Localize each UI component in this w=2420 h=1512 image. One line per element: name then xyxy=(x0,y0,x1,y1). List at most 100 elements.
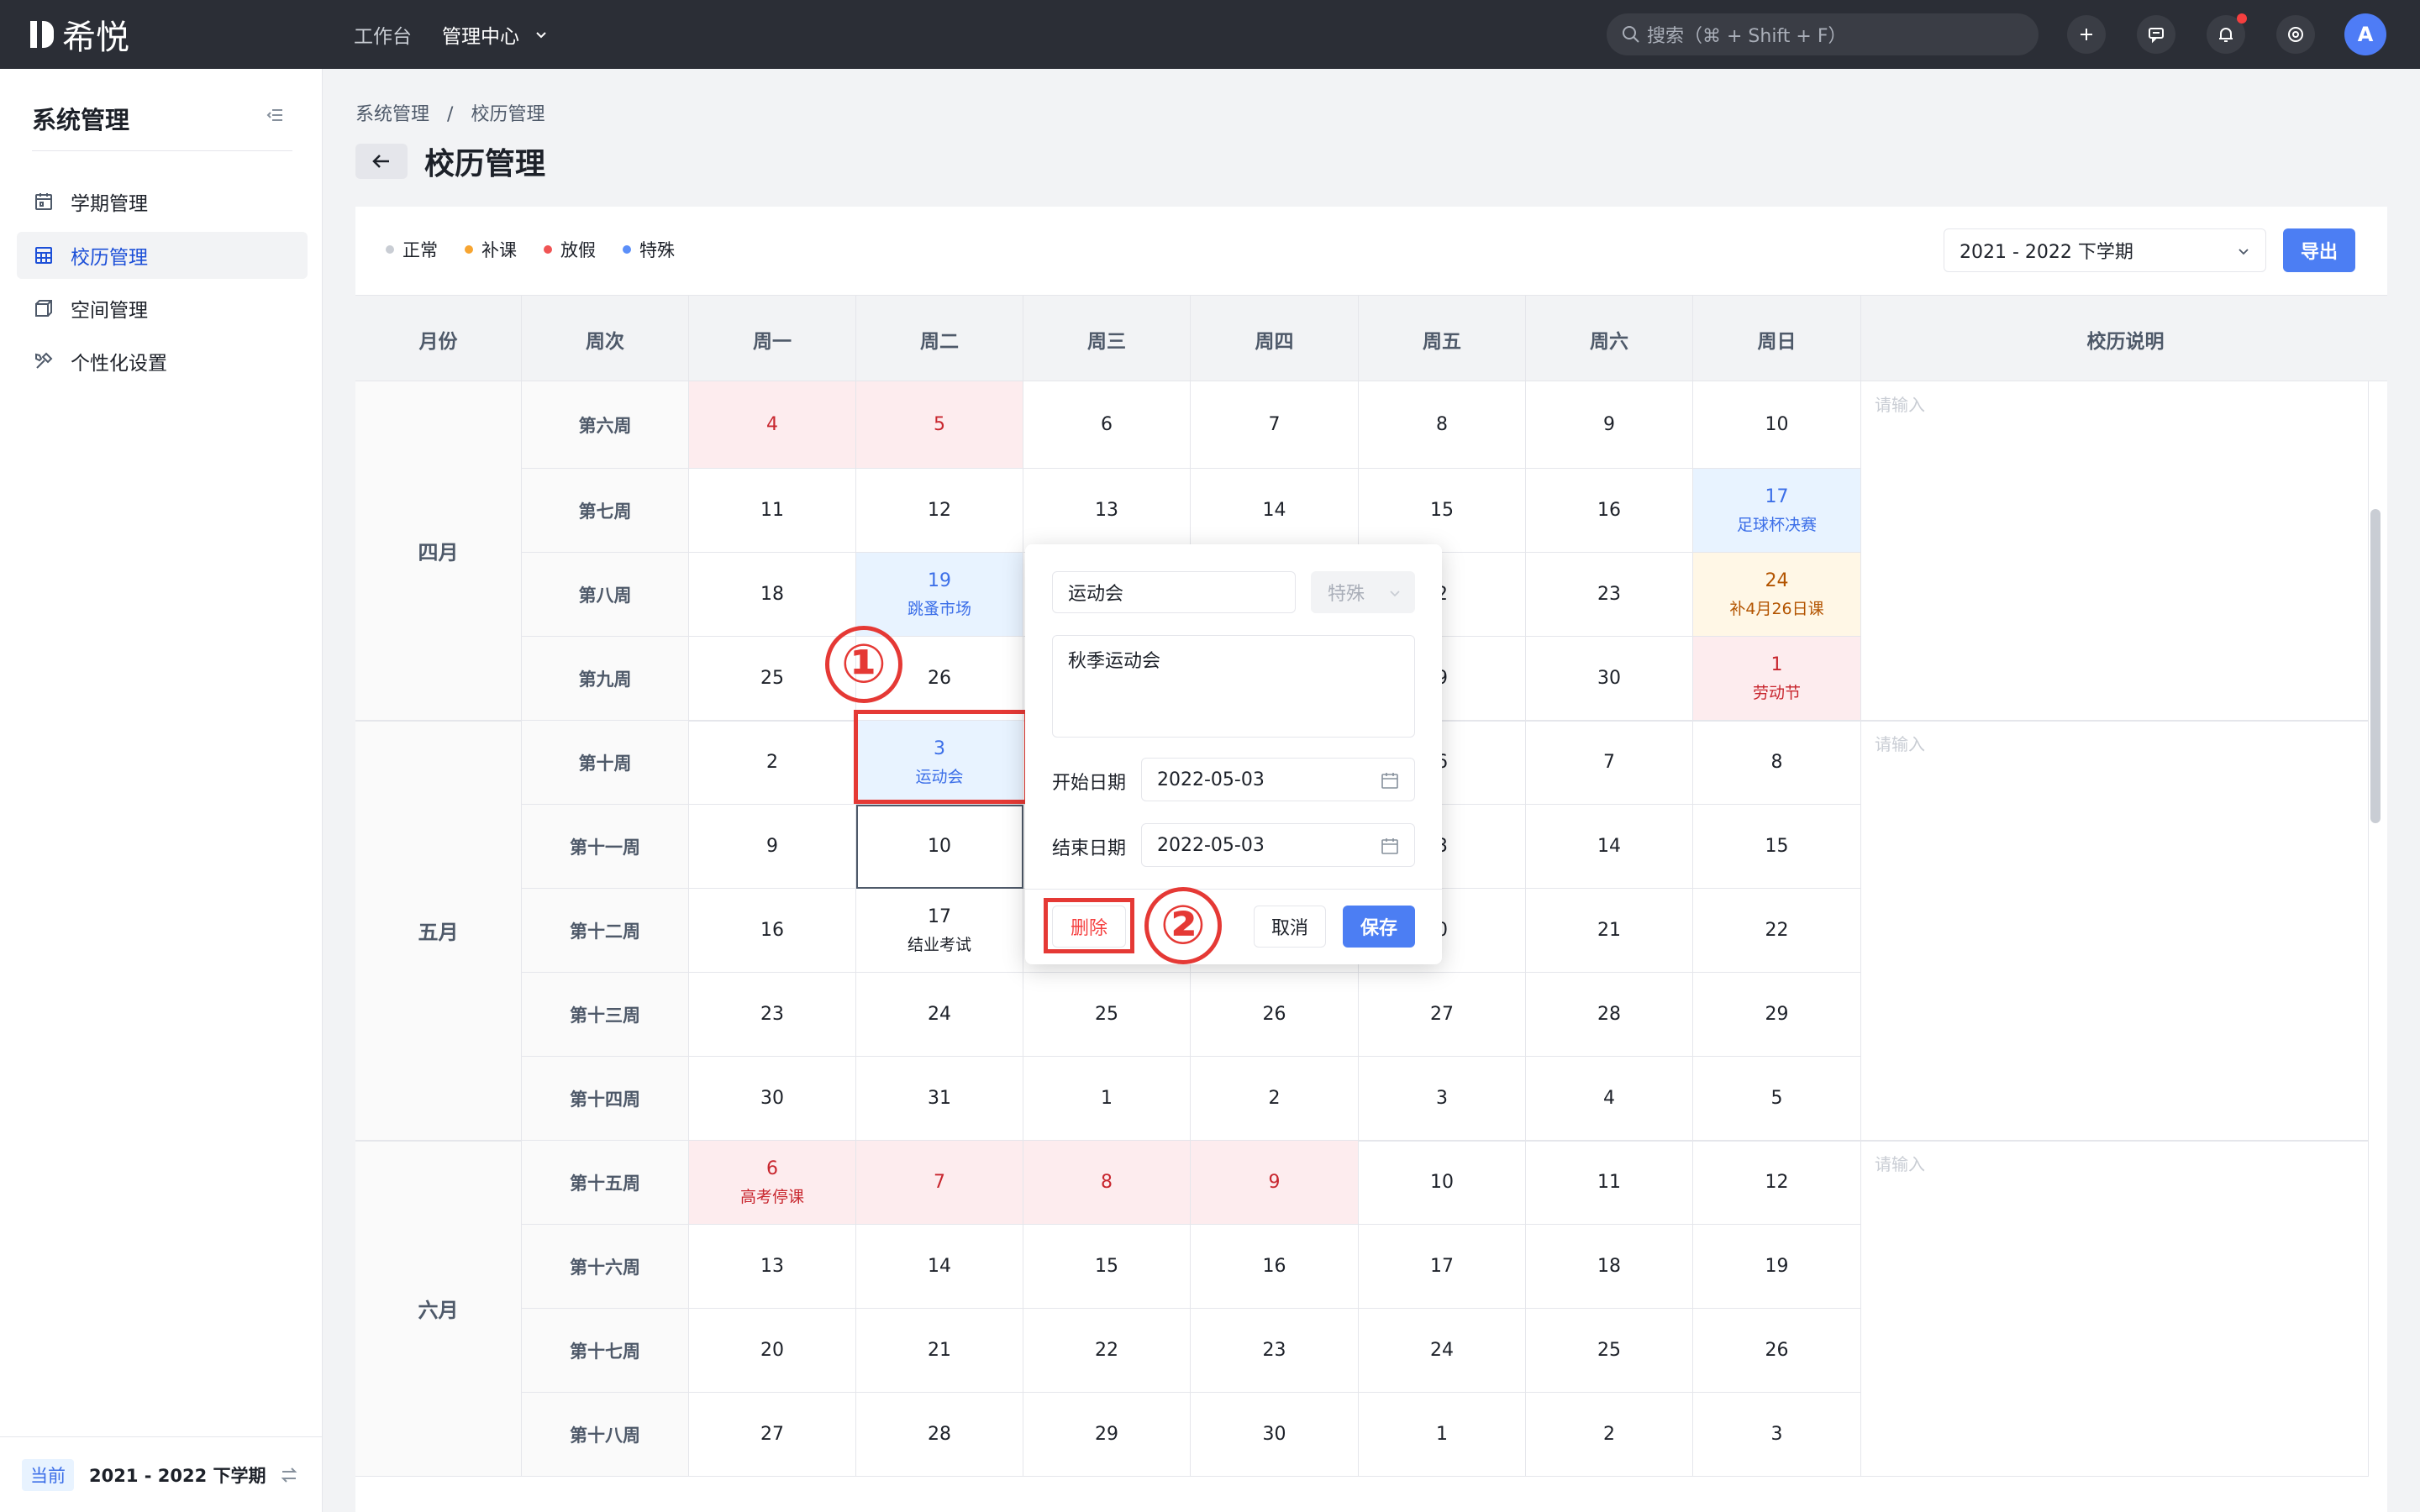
day-cell[interactable]: 31 xyxy=(856,1057,1023,1141)
day-cell[interactable]: 11 xyxy=(689,469,856,553)
remark-textarea[interactable]: 请输入 xyxy=(1861,721,2369,1141)
day-cell[interactable]: 21 xyxy=(1526,889,1693,973)
day-cell[interactable]: 15 xyxy=(1693,805,1861,889)
add-button[interactable] xyxy=(2067,15,2106,54)
day-cell[interactable]: 17 结业考试 xyxy=(856,889,1023,973)
day-cell[interactable]: 16 xyxy=(1191,1225,1359,1309)
day-cell[interactable]: 21 xyxy=(856,1309,1023,1393)
sidebar-item-personalization[interactable]: 个性化设置 xyxy=(17,338,308,385)
day-cell[interactable]: 1 xyxy=(1023,1057,1191,1141)
message-button[interactable] xyxy=(2137,15,2175,54)
day-cell[interactable]: 30 xyxy=(1526,637,1693,721)
day-cell[interactable]: 16 xyxy=(689,889,856,973)
day-cell[interactable]: 15 xyxy=(1023,1225,1191,1309)
avatar[interactable]: A xyxy=(2344,13,2386,55)
day-cell[interactable]: 26 xyxy=(1191,973,1359,1057)
sidebar-item-term[interactable]: 学期管理 xyxy=(17,178,308,225)
day-cell[interactable]: 29 xyxy=(1023,1393,1191,1477)
day-cell[interactable]: 12 xyxy=(856,469,1023,553)
day-cell[interactable]: 3 xyxy=(1359,1057,1526,1141)
day-cell[interactable]: 30 xyxy=(1191,1393,1359,1477)
day-cell[interactable]: 28 xyxy=(856,1393,1023,1477)
remark-textarea[interactable]: 请输入 xyxy=(1861,381,2369,721)
day-cell[interactable]: 13 xyxy=(689,1225,856,1309)
back-button[interactable] xyxy=(355,144,408,179)
day-cell[interactable]: 24 补4月26日课 xyxy=(1693,553,1861,637)
day-cell[interactable]: 20 xyxy=(689,1309,856,1393)
day-cell[interactable]: 8 xyxy=(1693,721,1861,805)
event-description-textarea[interactable]: 秋季运动会 xyxy=(1052,635,1415,738)
day-cell[interactable]: 15 xyxy=(1359,469,1526,553)
day-cell[interactable]: 10 xyxy=(1359,1141,1526,1225)
app-logo[interactable]: 希悦 xyxy=(30,15,129,57)
day-cell[interactable]: 17 足球杯决赛 xyxy=(1693,469,1861,553)
day-cell[interactable]: 18 xyxy=(1526,1225,1693,1309)
day-cell[interactable]: 14 xyxy=(1191,469,1359,553)
day-cell[interactable]: 6 高考停课 xyxy=(689,1141,856,1225)
day-cell[interactable]: 8 xyxy=(1023,1141,1191,1225)
day-cell[interactable]: 7 xyxy=(856,1141,1023,1225)
day-cell[interactable]: 17 xyxy=(1359,1225,1526,1309)
day-cell[interactable]: 25 xyxy=(1023,973,1191,1057)
day-cell[interactable]: 12 xyxy=(1693,1141,1861,1225)
swap-icon[interactable] xyxy=(279,1466,299,1484)
remark-textarea[interactable]: 请输入 xyxy=(1861,1141,2369,1477)
table-scrollbar[interactable] xyxy=(2370,509,2381,823)
search-input[interactable]: 搜索（⌘ + Shift + F） xyxy=(1607,13,2039,55)
day-cell[interactable]: 22 xyxy=(1023,1309,1191,1393)
day-cell[interactable]: 19 xyxy=(1693,1225,1861,1309)
day-cell[interactable]: 13 xyxy=(1023,469,1191,553)
cancel-button[interactable]: 取消 xyxy=(1254,906,1326,948)
export-button[interactable]: 导出 xyxy=(2283,228,2355,272)
day-cell[interactable]: 19 跳蚤市场 xyxy=(856,553,1023,637)
start-date-picker[interactable]: 2022-05-03 xyxy=(1141,758,1415,801)
collapse-sidebar-icon[interactable] xyxy=(266,106,284,124)
day-cell[interactable]: 23 xyxy=(1526,553,1693,637)
day-cell[interactable]: 2 xyxy=(1191,1057,1359,1141)
day-cell[interactable]: 8 xyxy=(1359,381,1526,469)
day-cell[interactable]: 6 xyxy=(1023,381,1191,469)
day-cell[interactable]: 2 xyxy=(689,721,856,805)
day-cell[interactable]: 9 xyxy=(1526,381,1693,469)
day-cell[interactable]: 26 xyxy=(1693,1309,1861,1393)
end-date-picker[interactable]: 2022-05-03 xyxy=(1141,823,1415,867)
day-cell[interactable]: 4 xyxy=(689,381,856,469)
day-cell[interactable]: 27 xyxy=(689,1393,856,1477)
day-cell[interactable]: 30 xyxy=(689,1057,856,1141)
day-cell[interactable]: 7 xyxy=(1191,381,1359,469)
day-cell[interactable]: 18 xyxy=(689,553,856,637)
day-cell[interactable]: 24 xyxy=(1359,1309,1526,1393)
day-cell[interactable]: 7 xyxy=(1526,721,1693,805)
day-cell[interactable]: 10 xyxy=(1693,381,1861,469)
day-cell[interactable]: 24 xyxy=(856,973,1023,1057)
nav-workbench[interactable]: 工作台 xyxy=(354,0,412,69)
term-select[interactable]: 2021 - 2022 下学期 xyxy=(1944,228,2266,272)
day-cell[interactable]: 27 xyxy=(1359,973,1526,1057)
day-cell[interactable]: 28 xyxy=(1526,973,1693,1057)
day-cell[interactable]: 3 xyxy=(1693,1393,1861,1477)
day-cell[interactable]: 16 xyxy=(1526,469,1693,553)
day-cell[interactable]: 9 xyxy=(1191,1141,1359,1225)
day-cell[interactable]: 29 xyxy=(1693,973,1861,1057)
day-cell[interactable]: 9 xyxy=(689,805,856,889)
day-cell[interactable]: 5 xyxy=(856,381,1023,469)
day-cell[interactable]: 10 xyxy=(856,805,1023,889)
event-type-select[interactable]: 特殊 xyxy=(1311,571,1415,613)
day-cell[interactable]: 14 xyxy=(1526,805,1693,889)
day-cell[interactable]: 14 xyxy=(856,1225,1023,1309)
day-cell[interactable]: 23 xyxy=(689,973,856,1057)
save-button[interactable]: 保存 xyxy=(1343,906,1415,948)
day-cell[interactable]: 5 xyxy=(1693,1057,1861,1141)
breadcrumb-root[interactable]: 系统管理 xyxy=(355,104,429,125)
day-cell[interactable]: 25 xyxy=(1526,1309,1693,1393)
day-cell[interactable]: 1 xyxy=(1359,1393,1526,1477)
day-cell[interactable]: 22 xyxy=(1693,889,1861,973)
sidebar-item-calendar[interactable]: 校历管理 xyxy=(17,232,308,279)
day-cell[interactable]: 4 xyxy=(1526,1057,1693,1141)
day-cell[interactable]: 11 xyxy=(1526,1141,1693,1225)
sidebar-item-space[interactable]: 空间管理 xyxy=(17,285,308,332)
event-name-input[interactable]: 运动会 xyxy=(1052,571,1296,613)
nav-admin-center[interactable]: 管理中心 xyxy=(442,0,548,69)
day-cell[interactable]: 1 劳动节 xyxy=(1693,637,1861,721)
help-button[interactable] xyxy=(2276,15,2315,54)
